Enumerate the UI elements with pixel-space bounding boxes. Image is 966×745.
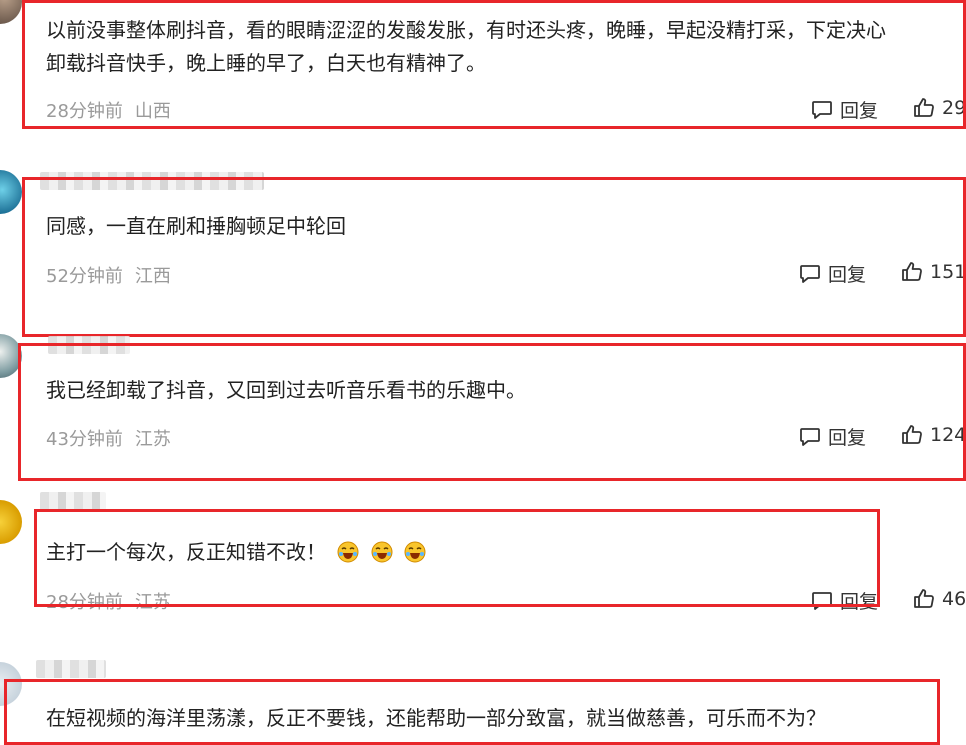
reply-label: 回复 bbox=[828, 427, 867, 449]
username-blurred[interactable] bbox=[40, 172, 264, 190]
avatar[interactable] bbox=[0, 170, 22, 214]
like-button[interactable]: 151 bbox=[900, 260, 966, 284]
like-button[interactable]: 29 bbox=[912, 96, 966, 120]
comment-region: 江苏 bbox=[134, 429, 171, 450]
crying-laughing-emoji-icon bbox=[366, 540, 399, 564]
comment-text-line: 我已经卸载了抖音，又回到过去听音乐看书的乐趣中。 bbox=[46, 378, 526, 402]
comment-time: 52分钟前 bbox=[46, 266, 123, 287]
like-count: 29 bbox=[942, 97, 966, 119]
highlight-box bbox=[18, 343, 966, 481]
like-count: 124 bbox=[930, 424, 966, 446]
avatar[interactable] bbox=[0, 0, 22, 24]
highlight-box bbox=[22, 177, 966, 337]
comment-text-line: 卸载抖音快手，晚上睡的早了，白天也有精神了。 bbox=[46, 51, 486, 75]
comment-time: 28分钟前 bbox=[46, 592, 123, 613]
comment-region: 江苏 bbox=[134, 592, 171, 613]
username-blurred[interactable] bbox=[48, 336, 130, 354]
comment-meta: 52分钟前 江西 bbox=[46, 262, 171, 288]
comment-bubble-icon bbox=[810, 589, 834, 613]
like-count: 46 bbox=[942, 588, 966, 610]
like-count: 151 bbox=[930, 261, 966, 283]
comment-meta: 43分钟前 江苏 bbox=[46, 425, 171, 451]
reply-label: 回复 bbox=[828, 264, 867, 286]
like-button[interactable]: 46 bbox=[912, 587, 966, 611]
comment-meta: 28分钟前 江苏 bbox=[46, 588, 171, 614]
avatar[interactable] bbox=[0, 662, 22, 706]
comment-time: 28分钟前 bbox=[46, 101, 123, 122]
comment-text-line: 同感，一直在刷和捶胸顿足中轮回 bbox=[46, 214, 346, 238]
thumbs-up-icon bbox=[900, 260, 924, 284]
comment-bubble-icon bbox=[798, 262, 822, 286]
comment-bubble-icon bbox=[798, 425, 822, 449]
comment-text-line: 主打一个每次，反正知错不改！ bbox=[46, 540, 326, 564]
avatar[interactable] bbox=[0, 500, 22, 544]
comment-text: 主打一个每次，反正知错不改！ bbox=[46, 536, 426, 569]
username-blurred[interactable] bbox=[40, 492, 106, 510]
like-button[interactable]: 124 bbox=[900, 423, 966, 447]
comment-text: 同感，一直在刷和捶胸顿足中轮回 bbox=[46, 210, 346, 243]
reply-label: 回复 bbox=[840, 591, 879, 613]
comment-text-line: 在短视频的海洋里荡漾，反正不要钱，还能帮助一部分致富，就当做慈善，可乐而不为？ bbox=[46, 706, 826, 730]
reply-button[interactable]: 回复 bbox=[810, 587, 878, 614]
reply-button[interactable]: 回复 bbox=[798, 260, 866, 287]
comment-text-line: 以前没事整体刷抖音，看的眼睛涩涩的发酸发胀，有时还头疼，晚睡，早起没精打采，下定… bbox=[46, 18, 886, 42]
thumbs-up-icon bbox=[912, 587, 936, 611]
reply-button[interactable]: 回复 bbox=[798, 423, 866, 450]
comment-region: 江西 bbox=[134, 266, 171, 287]
comment-region: 山西 bbox=[134, 101, 171, 122]
crying-laughing-emoji-icon bbox=[332, 540, 365, 564]
comment-meta: 28分钟前 山西 bbox=[46, 97, 171, 123]
thumbs-up-icon bbox=[912, 96, 936, 120]
comment-text: 以前没事整体刷抖音，看的眼睛涩涩的发酸发胀，有时还头疼，晚睡，早起没精打采，下定… bbox=[46, 14, 886, 80]
reply-label: 回复 bbox=[840, 100, 879, 122]
comment-time: 43分钟前 bbox=[46, 429, 123, 450]
comment-text: 在短视频的海洋里荡漾，反正不要钱，还能帮助一部分致富，就当做慈善，可乐而不为？ bbox=[46, 702, 826, 735]
crying-laughing-emoji-icon bbox=[399, 540, 426, 564]
avatar[interactable] bbox=[0, 334, 22, 378]
thumbs-up-icon bbox=[900, 423, 924, 447]
username-blurred[interactable] bbox=[36, 660, 106, 678]
comment-bubble-icon bbox=[810, 98, 834, 122]
reply-button[interactable]: 回复 bbox=[810, 96, 878, 123]
comment-text: 我已经卸载了抖音，又回到过去听音乐看书的乐趣中。 bbox=[46, 374, 526, 407]
